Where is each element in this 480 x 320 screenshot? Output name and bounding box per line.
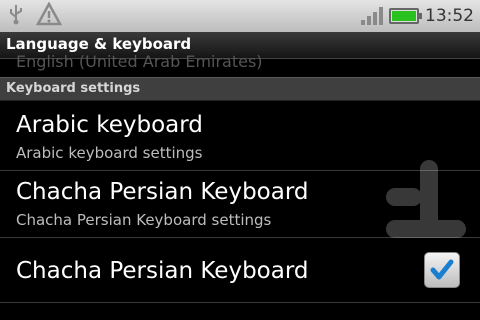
page-title: Language & keyboard: [6, 35, 192, 53]
divider: [0, 302, 480, 303]
signal-icon: [361, 7, 383, 25]
watermark-logo: [380, 160, 470, 264]
list-item-cutoff[interactable]: English (United Arab Emirates): [16, 52, 263, 71]
list-item-title: Chacha Persian Keyboard: [16, 179, 309, 205]
warning-icon: [35, 1, 63, 30]
section-header-label: Keyboard settings: [6, 81, 141, 96]
status-bar: 13:52: [0, 0, 480, 32]
list-item-subtitle: Arabic keyboard settings: [16, 144, 203, 162]
battery-fill: [392, 11, 416, 21]
status-bar-left-icons: [8, 1, 63, 30]
usb-icon: [8, 3, 24, 29]
clock: 13:52: [425, 6, 474, 26]
list-item-subtitle: Chacha Persian Keyboard settings: [16, 211, 272, 229]
section-header: Keyboard settings: [0, 77, 480, 101]
list-item-title: Chacha Persian Keyboard: [16, 258, 309, 284]
list-item-title: Arabic keyboard: [16, 112, 203, 138]
status-bar-right-icons: 13:52: [361, 4, 474, 28]
battery-icon: [389, 8, 422, 24]
